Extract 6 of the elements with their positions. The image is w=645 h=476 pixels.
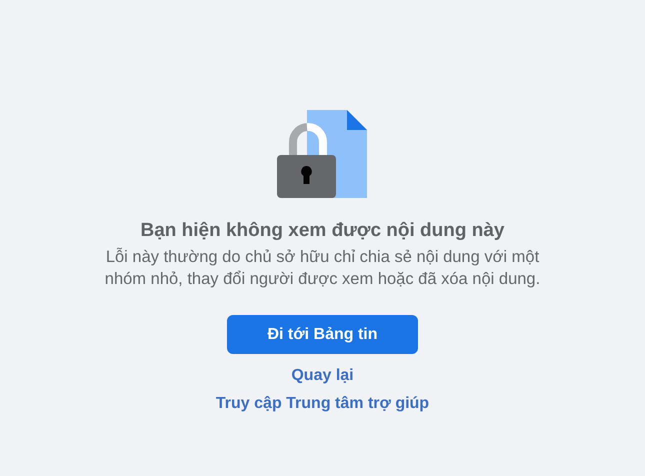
notice-message: Lỗi này thường do chủ sở hữu chỉ chia sẻ nội dung với một nhóm nhỏ, thay đổi người được xem hoặc đã xóa nội dung. [104,246,542,290]
notice-title: Bạn hiện không xem được nội dung này [140,220,504,242]
help-center-link[interactable]: Truy cập Trung tâm trợ giúp [216,394,430,414]
back-link[interactable]: Quay lại [291,366,354,386]
go-to-feed-button[interactable]: Đi tới Bảng tin [227,315,418,354]
locked-document-icon [277,110,368,198]
